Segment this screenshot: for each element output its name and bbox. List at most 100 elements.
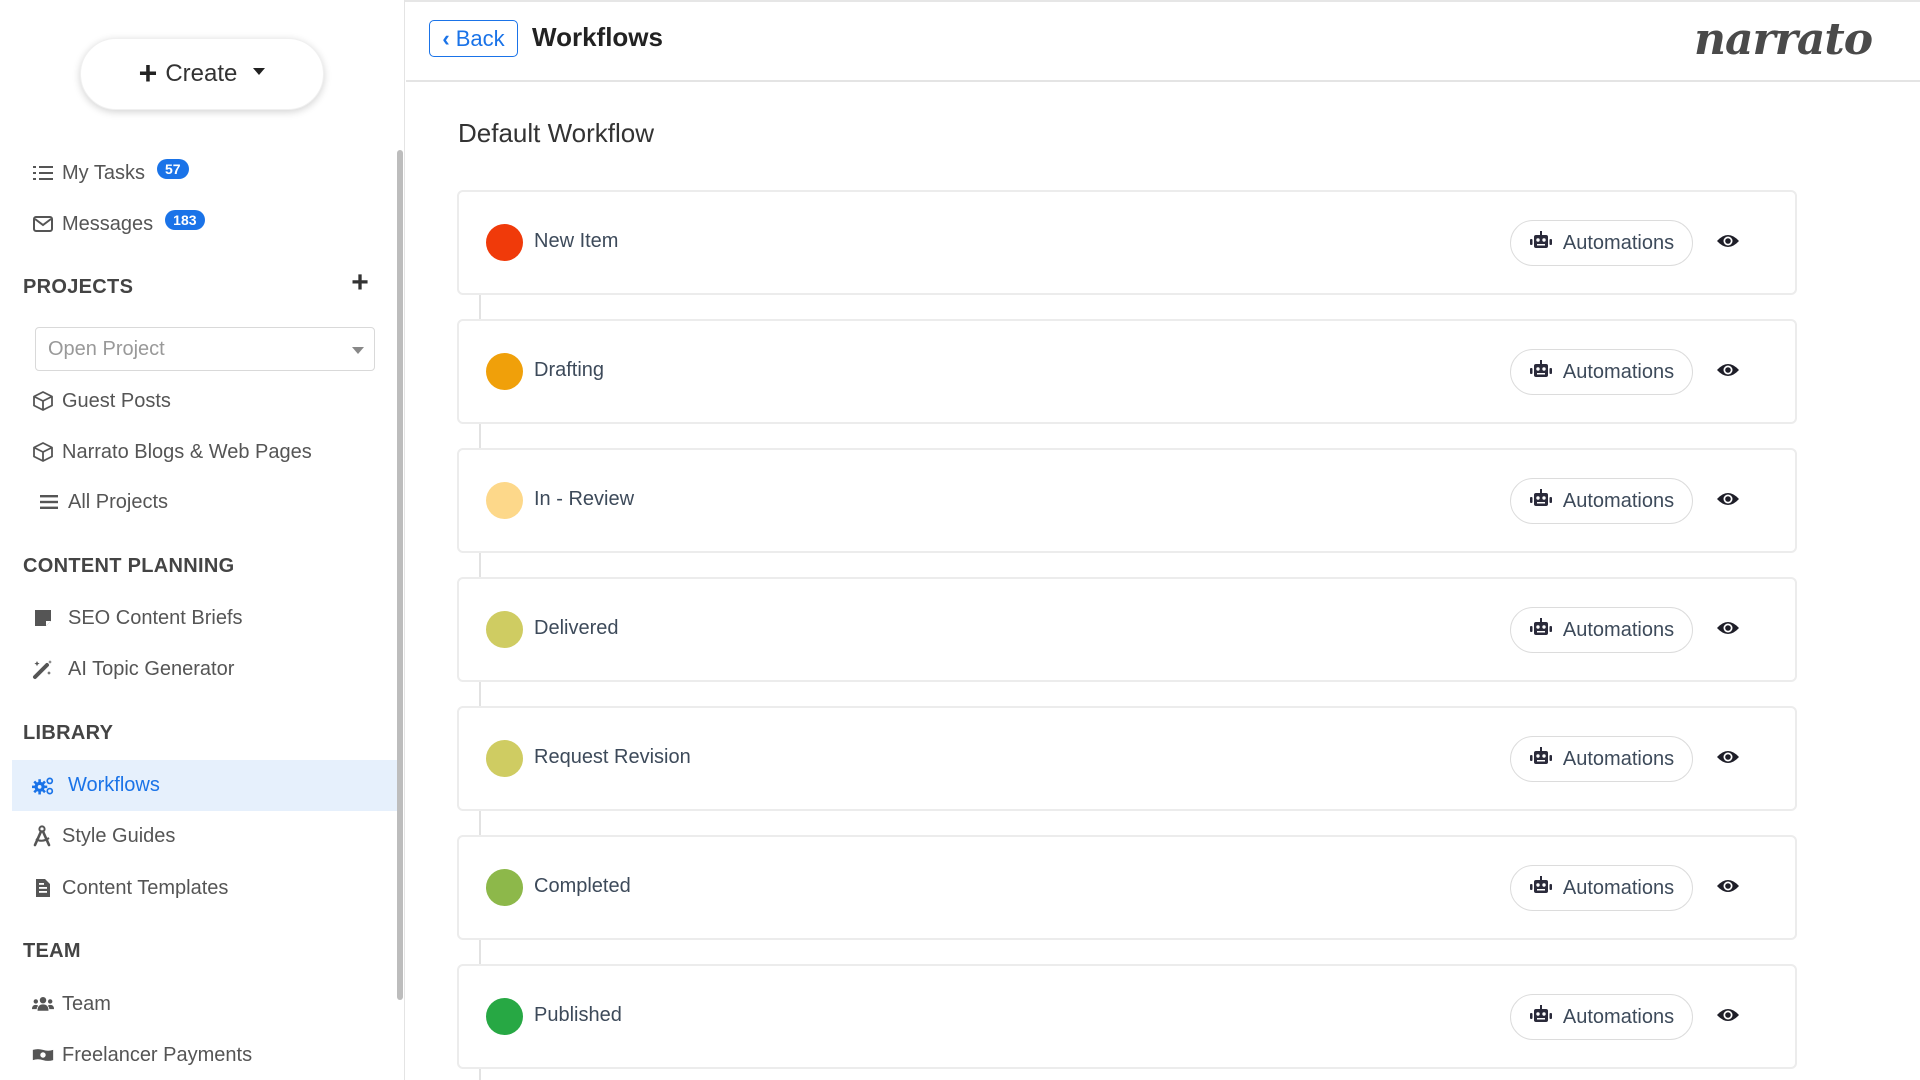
compass-drafting-icon xyxy=(32,825,54,847)
workflow-stage-card[interactable]: In - Review Automations xyxy=(457,448,1797,553)
robot-icon xyxy=(1529,1005,1553,1029)
robot-icon xyxy=(1529,618,1553,642)
plus-icon: + xyxy=(138,55,158,91)
sticky-note-icon xyxy=(32,607,54,629)
caret-down-icon xyxy=(352,347,364,354)
envelope-icon xyxy=(32,213,54,235)
view-stage-button[interactable] xyxy=(1714,746,1742,772)
gears-icon xyxy=(32,775,54,797)
create-label: Create xyxy=(165,60,238,87)
messages-count-badge: 183 xyxy=(165,210,205,230)
stage-name: Published xyxy=(534,1004,622,1026)
open-project-placeholder: Open Project xyxy=(48,337,165,360)
sidebar-item-content-templates[interactable]: Content Templates xyxy=(32,871,228,905)
view-stage-button[interactable] xyxy=(1714,488,1742,514)
automations-label: Automations xyxy=(1562,876,1675,899)
sidebar-item-seo-content-briefs[interactable]: SEO Content Briefs xyxy=(32,601,243,635)
list-icon xyxy=(38,491,60,513)
eye-icon xyxy=(1716,491,1740,512)
page-header: ‹ Back Workflows narrato xyxy=(406,0,1920,82)
stage-name: Request Revision xyxy=(534,746,691,768)
stage-name: In - Review xyxy=(534,488,635,510)
workflow-stage-card[interactable]: Published Automations xyxy=(457,964,1797,1069)
automations-label: Automations xyxy=(1562,231,1675,254)
users-icon xyxy=(32,993,54,1015)
automations-label: Automations xyxy=(1562,360,1675,383)
add-project-button[interactable]: + xyxy=(347,266,373,299)
eye-icon xyxy=(1716,620,1740,641)
robot-icon xyxy=(1529,231,1553,255)
stage-color-dot xyxy=(486,998,523,1035)
automations-button[interactable]: Automations xyxy=(1510,607,1693,653)
automations-button[interactable]: Automations xyxy=(1510,994,1693,1040)
view-stage-button[interactable] xyxy=(1714,875,1742,901)
content-templates-label: Content Templates xyxy=(62,876,229,899)
automations-button[interactable]: Automations xyxy=(1510,349,1693,395)
eye-icon xyxy=(1716,362,1740,383)
eye-icon xyxy=(1716,1007,1740,1028)
sidebar-item-style-guides[interactable]: Style Guides xyxy=(32,819,175,853)
team-section-title: TEAM xyxy=(23,940,81,962)
stage-color-dot xyxy=(486,611,523,648)
tasks-list-icon xyxy=(32,162,54,184)
sidebar: + Create My Tasks 57 Messages 183 PROJEC… xyxy=(0,0,405,1080)
chevron-left-icon: ‹ xyxy=(442,25,450,51)
stage-name: Delivered xyxy=(534,617,619,639)
style-guides-label: Style Guides xyxy=(62,824,176,847)
automations-label: Automations xyxy=(1562,1005,1675,1028)
stage-name: Completed xyxy=(534,875,631,897)
eye-icon xyxy=(1716,878,1740,899)
sidebar-item-ai-topic-generator[interactable]: AI Topic Generator xyxy=(32,652,234,686)
sidebar-item-team[interactable]: Team xyxy=(32,987,111,1021)
narrato-logo[interactable]: narrato xyxy=(1694,14,1873,65)
cube-icon xyxy=(32,441,54,463)
workflow-title: Default Workflow xyxy=(458,118,655,148)
money-bill-icon xyxy=(32,1044,54,1066)
view-stage-button[interactable] xyxy=(1714,230,1742,256)
automations-button[interactable]: Automations xyxy=(1510,865,1693,911)
stage-color-dot xyxy=(486,353,523,390)
open-project-select[interactable]: Open Project xyxy=(35,327,375,371)
sidebar-item-freelancer-payments[interactable]: Freelancer Payments xyxy=(32,1038,252,1072)
automations-button[interactable]: Automations xyxy=(1510,736,1693,782)
workflow-stage-card[interactable]: Delivered Automations xyxy=(457,577,1797,682)
robot-icon xyxy=(1529,876,1553,900)
view-stage-button[interactable] xyxy=(1714,617,1742,643)
automations-label: Automations xyxy=(1562,489,1675,512)
my-tasks-label: My Tasks xyxy=(62,161,145,184)
workflow-stage-card[interactable]: Drafting Automations xyxy=(457,319,1797,424)
automations-button[interactable]: Automations xyxy=(1510,478,1693,524)
view-stage-button[interactable] xyxy=(1714,1004,1742,1030)
create-button[interactable]: + Create xyxy=(80,38,324,110)
sidebar-scrollbar[interactable] xyxy=(397,150,403,1000)
sidebar-item-my-tasks[interactable]: My Tasks 57 xyxy=(32,156,189,190)
content-planning-section-title: CONTENT PLANNING xyxy=(23,555,235,577)
automations-button[interactable]: Automations xyxy=(1510,220,1693,266)
sidebar-item-guest-posts[interactable]: Guest Posts xyxy=(32,384,171,418)
page-title: Workflows xyxy=(532,22,663,52)
robot-icon xyxy=(1529,489,1553,513)
eye-icon xyxy=(1716,749,1740,770)
stage-color-dot xyxy=(486,482,523,519)
workflow-stage-card[interactable]: Request Revision Automations xyxy=(457,706,1797,811)
sidebar-item-narrato-blogs[interactable]: Narrato Blogs & Web Pages xyxy=(32,435,312,469)
view-stage-button[interactable] xyxy=(1714,359,1742,385)
messages-label: Messages xyxy=(62,212,154,235)
caret-down-icon xyxy=(253,67,266,75)
seo-content-briefs-label: SEO Content Briefs xyxy=(68,606,243,629)
file-icon xyxy=(32,877,54,899)
sidebar-item-messages[interactable]: Messages 183 xyxy=(32,207,205,241)
workflow-stage-card[interactable]: New Item Automations xyxy=(457,190,1797,295)
projects-section-title: PROJECTS xyxy=(23,276,134,298)
back-button[interactable]: ‹ Back xyxy=(429,20,518,57)
sidebar-item-workflows[interactable]: Workflows xyxy=(12,760,398,811)
automations-label: Automations xyxy=(1562,618,1675,641)
freelancer-payments-label: Freelancer Payments xyxy=(62,1043,253,1066)
back-label: Back xyxy=(455,25,505,51)
ai-topic-generator-label: AI Topic Generator xyxy=(68,657,235,680)
my-tasks-count-badge: 57 xyxy=(156,159,189,179)
narrato-blogs-label: Narrato Blogs & Web Pages xyxy=(62,440,312,463)
workflow-stage-card[interactable]: Completed Automations xyxy=(457,835,1797,940)
sidebar-item-all-projects[interactable]: All Projects xyxy=(38,485,168,519)
robot-icon xyxy=(1529,747,1553,771)
